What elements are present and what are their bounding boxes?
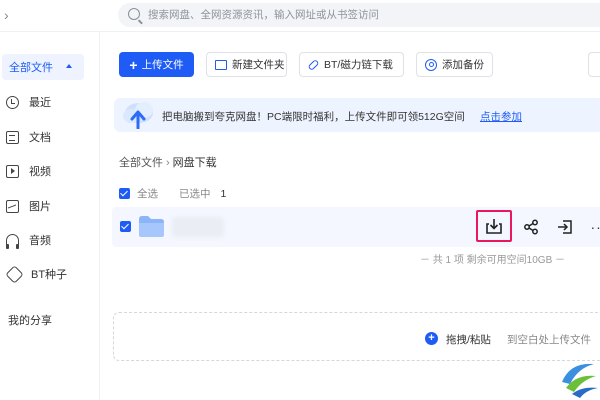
move-button[interactable] (554, 216, 576, 238)
selected-label: 已选中 (179, 188, 211, 200)
sidebar-item-label: 全部文件 (9, 62, 53, 74)
add-circle-icon: + (425, 332, 438, 345)
document-icon (6, 130, 19, 144)
add-backup-label: 添加备份 (442, 59, 484, 71)
search-bar[interactable] (118, 3, 600, 27)
search-input[interactable] (148, 3, 588, 27)
bt-download-button[interactable]: BT/磁力链下载 (299, 52, 404, 77)
file-row[interactable]: ··· (112, 207, 600, 247)
upload-button[interactable]: + 上传文件 (119, 52, 194, 77)
select-all-checkbox[interactable] (119, 188, 130, 199)
sidebar-item-label: BT种子 (31, 269, 68, 281)
sidebar-item-documents[interactable]: 文档 (6, 127, 51, 147)
banner-join-link[interactable]: 点击参加 (480, 109, 522, 124)
sidebar-item-bt-seeds[interactable]: BT种子 (5, 264, 68, 284)
file-checkbox[interactable] (120, 221, 131, 232)
selection-bar: 全选 已选中 1 (119, 186, 226, 201)
link-icon (307, 58, 320, 71)
breadcrumb: 全部文件 › 网盘下载 (119, 154, 217, 170)
video-icon (6, 164, 19, 178)
search-icon (128, 8, 140, 20)
breadcrumb-separator: › (166, 157, 170, 169)
cloud-upload-icon (123, 102, 153, 129)
image-icon (6, 199, 19, 213)
file-count-summary: － 共 1 项 剩余可用空间10GB － (420, 255, 566, 266)
backup-icon (425, 58, 437, 71)
clock-icon (6, 95, 19, 109)
breadcrumb-current: 网盘下载 (172, 157, 217, 169)
file-name-blurred (172, 217, 224, 237)
headphones-icon (6, 233, 19, 249)
bt-download-label: BT/磁力链下载 (324, 59, 393, 71)
sidebar-item-label: 音频 (29, 235, 51, 247)
upload-drop-zone[interactable]: + 拖拽/粘贴 到空白处上传文件 (113, 312, 600, 361)
top-bar: › (0, 0, 600, 32)
sidebar-item-label: 视频 (29, 166, 51, 178)
sidebar-item-all-files[interactable]: 全部文件 (2, 54, 84, 80)
banner-text: 把电脑搬到夸克网盘！PC端限时福利，上传文件即可领512G空间 (162, 111, 465, 123)
sidebar-item-label: 图片 (29, 201, 51, 213)
download-icon (486, 219, 502, 234)
new-folder-label: 新建文件夹 (232, 59, 285, 71)
plus-icon: + (129, 56, 138, 73)
expand-arrow-icon[interactable]: › (4, 7, 9, 23)
breadcrumb-root[interactable]: 全部文件 (119, 157, 163, 169)
caret-up-icon[interactable] (66, 64, 72, 68)
upload-button-label: 上传文件 (141, 59, 184, 71)
add-backup-button[interactable]: 添加备份 (416, 52, 493, 77)
new-folder-button[interactable]: 新建文件夹 (206, 52, 287, 77)
select-all-label[interactable]: 全选 (137, 186, 158, 201)
sidebar-item-my-share[interactable]: 我的分享 (8, 312, 52, 328)
link-icon (5, 264, 24, 284)
drop-zone-hint: 到空白处上传文件 (507, 334, 591, 346)
folder-icon (139, 216, 164, 237)
sidebar: 全部文件 最近 文档 视频 图片 音频 BT种子 我的分享 (0, 32, 100, 400)
more-options-icon[interactable]: ··· (588, 216, 600, 238)
view-toggle-button[interactable] (588, 52, 600, 77)
sidebar-item-audio[interactable]: 音频 (6, 230, 51, 250)
promo-banner: 把电脑搬到夸克网盘！PC端限时福利，上传文件即可领512G空间 点击参加 (114, 98, 600, 132)
drop-zone-label: 拖拽/粘贴 (446, 334, 491, 346)
share-button[interactable] (520, 216, 542, 238)
sidebar-item-label: 最近 (29, 97, 51, 109)
sidebar-item-recent[interactable]: 最近 (6, 92, 51, 112)
sidebar-item-label: 文档 (29, 132, 51, 144)
brand-logo-icon (562, 363, 598, 398)
download-button[interactable] (476, 210, 512, 242)
selected-count: 1 (220, 187, 227, 200)
share-icon (524, 219, 538, 235)
move-icon (558, 220, 572, 234)
folder-icon (215, 59, 227, 70)
sidebar-item-video[interactable]: 视频 (6, 161, 51, 181)
sidebar-item-images[interactable]: 图片 (6, 196, 51, 216)
